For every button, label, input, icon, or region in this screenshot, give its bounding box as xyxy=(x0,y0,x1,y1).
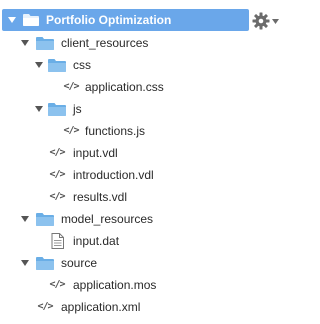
tree-item-label: js xyxy=(73,102,82,116)
tree-item-file[interactable]: </> input.vdl xyxy=(0,142,283,164)
code-file-icon: </> xyxy=(63,125,79,136)
folder-icon xyxy=(35,208,55,230)
tree-item-folder[interactable]: css xyxy=(0,54,283,76)
tree-item-label: input.vdl xyxy=(73,146,118,160)
tree-item-file[interactable]: </> application.mos xyxy=(0,274,283,296)
tree-item-folder[interactable]: client_resources xyxy=(0,32,283,54)
tree-item-folder[interactable]: source xyxy=(0,252,283,274)
gear-icon xyxy=(252,12,270,30)
settings-menu-button[interactable] xyxy=(252,9,280,33)
code-file-icon: </> xyxy=(37,301,53,312)
code-file-icon: </> xyxy=(63,81,79,92)
tree-root-item[interactable]: Portfolio Optimization xyxy=(0,9,283,31)
folder-icon xyxy=(47,98,67,120)
tree-item-folder[interactable]: model_resources xyxy=(0,208,283,230)
code-file-icon: </> xyxy=(49,191,65,202)
tree-item-file[interactable]: </> introduction.vdl xyxy=(0,164,283,186)
collapse-toggle-icon[interactable] xyxy=(19,252,31,274)
collapse-toggle-icon[interactable] xyxy=(33,54,45,76)
collapse-toggle-icon[interactable] xyxy=(19,208,31,230)
code-file-icon: </> xyxy=(49,147,65,158)
tree-item-folder[interactable]: js xyxy=(0,98,283,120)
tree-item-file[interactable]: </> application.css xyxy=(0,76,283,98)
tree-item-file[interactable]: </> application.xml xyxy=(0,296,283,318)
tree-item-file[interactable]: </> results.vdl xyxy=(0,186,283,208)
tree-item-label: input.dat xyxy=(73,234,120,248)
caret-down-icon xyxy=(272,18,279,24)
folder-icon xyxy=(35,32,55,54)
tree-item-label: application.mos xyxy=(73,278,157,292)
tree-root-label: Portfolio Optimization xyxy=(46,13,172,27)
code-file-icon: </> xyxy=(49,279,65,290)
folder-icon xyxy=(47,54,67,76)
tree-item-label: introduction.vdl xyxy=(73,168,154,182)
collapse-toggle-icon[interactable] xyxy=(6,9,18,31)
tree-item-label: source xyxy=(61,256,98,270)
tree-item-file[interactable]: </> functions.js xyxy=(0,120,283,142)
tree-item-label: results.vdl xyxy=(73,190,128,204)
code-file-icon: </> xyxy=(49,169,65,180)
tree-item-file[interactable]: input.dat xyxy=(0,230,283,252)
tree-item-label: application.xml xyxy=(61,300,141,314)
tree-item-label: functions.js xyxy=(85,124,146,138)
folder-icon xyxy=(35,252,55,274)
tree-item-label: client_resources xyxy=(61,36,149,50)
collapse-toggle-icon[interactable] xyxy=(19,32,31,54)
document-file-icon xyxy=(47,230,67,252)
tree-item-label: model_resources xyxy=(61,212,154,226)
tree-item-label: css xyxy=(73,58,91,72)
tree-item-label: application.css xyxy=(85,80,164,94)
folder-open-icon xyxy=(21,9,41,31)
collapse-toggle-icon[interactable] xyxy=(33,98,45,120)
